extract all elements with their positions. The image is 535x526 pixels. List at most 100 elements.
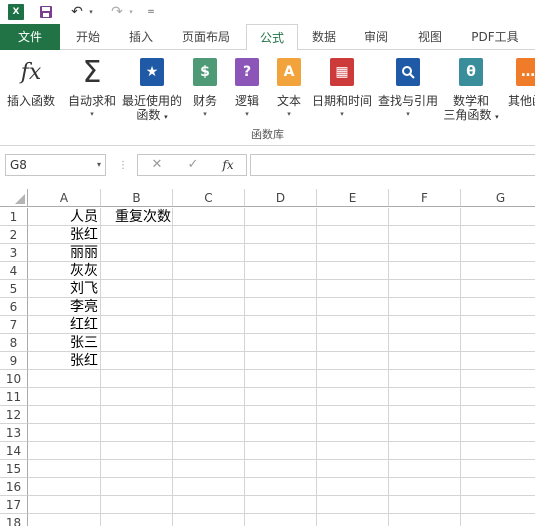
autosum-button[interactable]: Σ 自动求和 ▾ xyxy=(66,54,118,124)
cell-d18[interactable] xyxy=(245,514,317,526)
cell-f2[interactable] xyxy=(389,226,461,244)
cell-f7[interactable] xyxy=(389,316,461,334)
cell-g14[interactable] xyxy=(461,442,535,460)
cell-d8[interactable] xyxy=(245,334,317,352)
more-functions-button[interactable]: … 其他函 xyxy=(508,54,535,124)
cell-e10[interactable] xyxy=(317,370,389,388)
row-header-6[interactable]: 6 xyxy=(0,298,28,316)
cell-b3[interactable] xyxy=(101,244,173,262)
redo-icon[interactable]: ↷ xyxy=(108,3,126,21)
recently-used-button[interactable]: ★ 最近使用的 函数 ▾ xyxy=(122,54,182,124)
cell-b18[interactable] xyxy=(101,514,173,526)
cell-e15[interactable] xyxy=(317,460,389,478)
cell-f16[interactable] xyxy=(389,478,461,496)
text-button[interactable]: A 文本 ▾ xyxy=(274,54,304,124)
cell-e6[interactable] xyxy=(317,298,389,316)
cell-f17[interactable] xyxy=(389,496,461,514)
logical-button[interactable]: ? 逻辑 ▾ xyxy=(232,54,262,124)
cell-b15[interactable] xyxy=(101,460,173,478)
cell-g16[interactable] xyxy=(461,478,535,496)
cell-e9[interactable] xyxy=(317,352,389,370)
cell-e14[interactable] xyxy=(317,442,389,460)
cell-f4[interactable] xyxy=(389,262,461,280)
column-header-c[interactable]: C xyxy=(173,189,245,207)
cell-b16[interactable] xyxy=(101,478,173,496)
cell-a9[interactable]: 张红 xyxy=(28,352,101,370)
cell-g17[interactable] xyxy=(461,496,535,514)
cell-c6[interactable] xyxy=(173,298,245,316)
cell-c14[interactable] xyxy=(173,442,245,460)
cell-g3[interactable] xyxy=(461,244,535,262)
save-icon[interactable] xyxy=(38,3,54,21)
row-header-1[interactable]: 1 xyxy=(0,208,28,226)
cell-b14[interactable] xyxy=(101,442,173,460)
date-time-button[interactable]: ▦ 日期和时间 ▾ xyxy=(312,54,372,124)
tab-insert[interactable]: 插入 xyxy=(116,24,166,50)
chevron-down-icon[interactable]: ▾ xyxy=(97,155,101,175)
row-header-3[interactable]: 3 xyxy=(0,244,28,262)
cell-e18[interactable] xyxy=(317,514,389,526)
cell-d7[interactable] xyxy=(245,316,317,334)
cell-e7[interactable] xyxy=(317,316,389,334)
cancel-icon[interactable]: ✕ xyxy=(147,155,167,175)
row-header-13[interactable]: 13 xyxy=(0,424,28,442)
cell-c3[interactable] xyxy=(173,244,245,262)
cell-a12[interactable] xyxy=(28,406,101,424)
row-header-12[interactable]: 12 xyxy=(0,406,28,424)
formula-bar-splitter[interactable]: ⋮ xyxy=(118,160,128,171)
cell-d1[interactable] xyxy=(245,208,317,226)
cell-g18[interactable] xyxy=(461,514,535,526)
row-header-18[interactable]: 18 xyxy=(0,514,28,526)
undo-icon[interactable]: ↶ xyxy=(68,3,86,21)
cell-b17[interactable] xyxy=(101,496,173,514)
cell-g2[interactable] xyxy=(461,226,535,244)
cell-g8[interactable] xyxy=(461,334,535,352)
cell-d4[interactable] xyxy=(245,262,317,280)
column-header-f[interactable]: F xyxy=(389,189,461,207)
cell-d15[interactable] xyxy=(245,460,317,478)
cell-a16[interactable] xyxy=(28,478,101,496)
cell-c11[interactable] xyxy=(173,388,245,406)
cell-g11[interactable] xyxy=(461,388,535,406)
cell-f6[interactable] xyxy=(389,298,461,316)
cell-a6[interactable]: 李亮 xyxy=(28,298,101,316)
cell-b12[interactable] xyxy=(101,406,173,424)
tab-view[interactable]: 视图 xyxy=(404,24,456,50)
tab-review[interactable]: 审阅 xyxy=(350,24,402,50)
cell-f11[interactable] xyxy=(389,388,461,406)
cell-c5[interactable] xyxy=(173,280,245,298)
cell-e3[interactable] xyxy=(317,244,389,262)
cell-f10[interactable] xyxy=(389,370,461,388)
cell-g5[interactable] xyxy=(461,280,535,298)
cell-b6[interactable] xyxy=(101,298,173,316)
row-header-2[interactable]: 2 xyxy=(0,226,28,244)
cell-f14[interactable] xyxy=(389,442,461,460)
cell-e13[interactable] xyxy=(317,424,389,442)
cell-b9[interactable] xyxy=(101,352,173,370)
cell-d12[interactable] xyxy=(245,406,317,424)
cell-c18[interactable] xyxy=(173,514,245,526)
cell-b8[interactable] xyxy=(101,334,173,352)
cell-f18[interactable] xyxy=(389,514,461,526)
cell-d16[interactable] xyxy=(245,478,317,496)
cell-f9[interactable] xyxy=(389,352,461,370)
row-header-8[interactable]: 8 xyxy=(0,334,28,352)
redo-dropdown-icon[interactable]: ▾ xyxy=(127,3,135,21)
cell-a15[interactable] xyxy=(28,460,101,478)
cell-c12[interactable] xyxy=(173,406,245,424)
row-header-17[interactable]: 17 xyxy=(0,496,28,514)
cell-d10[interactable] xyxy=(245,370,317,388)
cell-b13[interactable] xyxy=(101,424,173,442)
cell-f12[interactable] xyxy=(389,406,461,424)
enter-icon[interactable]: ✓ xyxy=(183,155,203,175)
tab-file[interactable]: 文件 xyxy=(0,24,60,50)
row-header-16[interactable]: 16 xyxy=(0,478,28,496)
cell-a2[interactable]: 张红 xyxy=(28,226,101,244)
formula-input[interactable] xyxy=(250,154,535,176)
tab-pdf-tools[interactable]: PDF工具 xyxy=(458,24,532,50)
cell-g9[interactable] xyxy=(461,352,535,370)
row-header-9[interactable]: 9 xyxy=(0,352,28,370)
cell-a1[interactable]: 人员 xyxy=(28,208,101,226)
cell-f3[interactable] xyxy=(389,244,461,262)
cell-d3[interactable] xyxy=(245,244,317,262)
